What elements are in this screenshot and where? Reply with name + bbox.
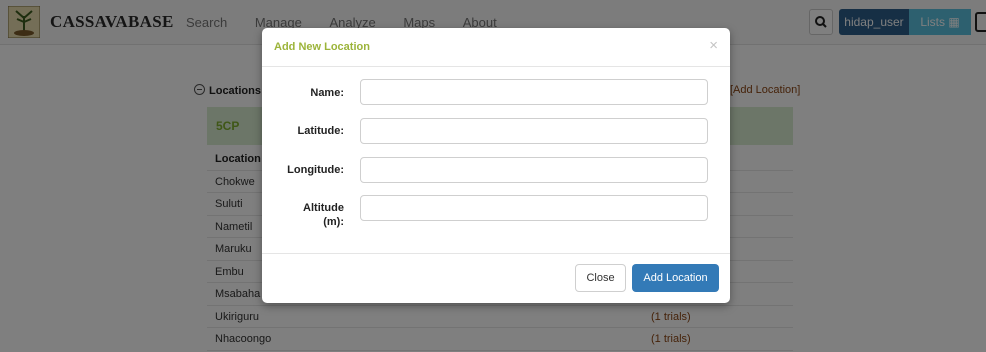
- latitude-label: Latitude:: [297, 125, 344, 137]
- latitude-field[interactable]: [360, 118, 708, 144]
- altitude-label: Altitude (m):: [303, 202, 344, 228]
- dialog-header: Add New Location ×: [262, 28, 730, 67]
- longitude-field[interactable]: [360, 157, 708, 183]
- close-icon[interactable]: ×: [709, 38, 718, 53]
- name-field[interactable]: [360, 79, 708, 105]
- add-location-button[interactable]: Add Location: [632, 264, 719, 292]
- close-button[interactable]: Close: [575, 264, 626, 292]
- name-label: Name:: [310, 87, 344, 99]
- altitude-field[interactable]: [360, 195, 708, 221]
- longitude-label: Longitude:: [287, 164, 344, 176]
- dialog-title: Add New Location: [274, 41, 370, 53]
- add-location-dialog: Add New Location × Name: Latitude: Longi…: [262, 28, 730, 303]
